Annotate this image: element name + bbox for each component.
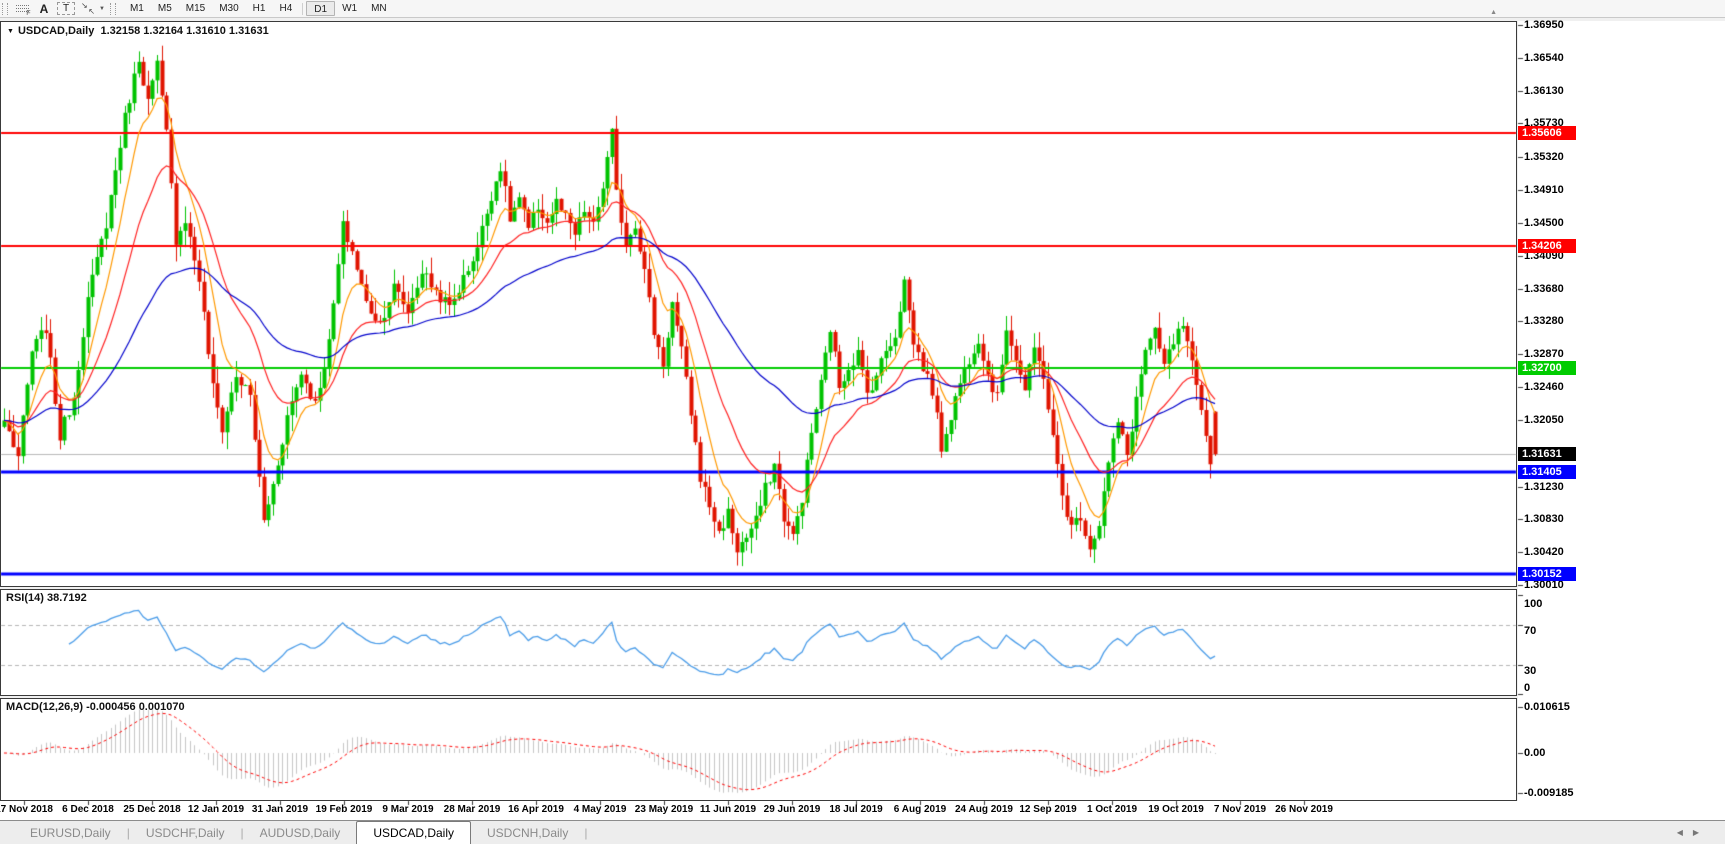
price-tick-label: 1.32460 (1524, 381, 1564, 393)
timeframe-m5-button[interactable]: M5 (151, 1, 179, 16)
date-label: 19 Oct 2019 (1148, 804, 1204, 815)
price-tick-label: 1.35320 (1524, 151, 1564, 163)
price-tick-label: 1.34910 (1524, 184, 1564, 196)
price-flag-1.30152: 1.30152 (1518, 567, 1576, 581)
timeframe-h1-button[interactable]: H1 (246, 1, 273, 16)
tab-scroll-arrows: ◀▶ (1677, 828, 1709, 837)
tab-usdcnh[interactable]: USDCNH,Daily (471, 823, 584, 844)
annotation-letter-icon[interactable]: A (35, 1, 53, 16)
price-flag-1.31405: 1.31405 (1518, 465, 1576, 479)
rsi-indicator-label: RSI(14) 38.7192 (6, 592, 87, 604)
rsi-tick-label: 100 (1524, 598, 1542, 610)
date-label: 23 May 2019 (635, 804, 693, 815)
price-tick-label: 1.36540 (1524, 52, 1564, 64)
date-label: 12 Jan 2019 (188, 804, 244, 815)
date-label: 11 Jun 2019 (700, 804, 756, 815)
timeframe-m15-button[interactable]: M15 (179, 1, 212, 16)
price-tick-label: 1.34500 (1524, 217, 1564, 229)
toolbar-grip[interactable] (110, 3, 116, 15)
top-toolbar: F A T ↘↖ ▼ M1M5M15M30H1H4 D1W1MN ▲ (0, 0, 1725, 18)
timeframe-mn-button[interactable]: MN (364, 1, 394, 16)
tab-audusd[interactable]: AUDUSD,Daily (244, 823, 357, 844)
date-label: 29 Jun 2019 (764, 804, 821, 815)
arrows-tool-icon[interactable]: ↘↖ (79, 1, 97, 16)
rsi-tick-label: 0 (1524, 682, 1530, 694)
timeframe-buttons: M1M5M15M30H1H4 D1W1MN (123, 1, 394, 16)
date-label: 9 Mar 2019 (382, 804, 433, 815)
macd-panel[interactable] (0, 698, 1517, 801)
date-label: 1 Oct 2019 (1087, 804, 1137, 815)
diagonal-arrows-icon: ↘↖ (81, 2, 95, 15)
tab-usdcad[interactable]: USDCAD,Daily (356, 821, 471, 844)
chart-title-symbol: USDCAD,Daily (18, 25, 94, 37)
price-flag-1.32700: 1.32700 (1518, 361, 1576, 375)
rsi-tick-label: 70 (1524, 625, 1536, 637)
macd-indicator-label: MACD(12,26,9) -0.000456 0.001070 (6, 701, 185, 713)
chart-title: ▼ USDCAD,Daily 1.32158 1.32164 1.31610 1.… (7, 25, 269, 37)
date-label: 18 Jul 2019 (829, 804, 882, 815)
list-lines-icon: F (16, 3, 29, 14)
toolbar-overflow-icon[interactable]: ▲ (1490, 9, 1497, 16)
main-chart-panel[interactable] (0, 21, 1517, 587)
timeframe-m1-button[interactable]: M1 (123, 1, 151, 16)
date-label: 6 Aug 2019 (894, 804, 946, 815)
caret-down-icon[interactable]: ▼ (99, 6, 105, 12)
price-tick-label: 1.32870 (1524, 348, 1564, 360)
date-label: 28 Mar 2019 (444, 804, 501, 815)
date-label: 19 Feb 2019 (316, 804, 373, 815)
price-flag-1.31631: 1.31631 (1518, 447, 1576, 461)
rsi-panel[interactable] (0, 589, 1517, 696)
chart-list-icon[interactable]: F (13, 1, 31, 16)
price-tick-label: 1.31230 (1524, 481, 1564, 493)
date-label: 12 Sep 2019 (1019, 804, 1076, 815)
price-tick-label: 1.32050 (1524, 414, 1564, 426)
chart-title-quotes: 1.32158 1.32164 1.31610 1.31631 (100, 25, 268, 37)
price-tick-label: 1.30830 (1524, 513, 1564, 525)
timeframe-d1-button[interactable]: D1 (306, 1, 335, 16)
tab-separator: | (584, 823, 587, 844)
tab-eurusd[interactable]: EURUSD,Daily (14, 823, 127, 844)
collapse-triangle-icon[interactable]: ▼ (7, 28, 14, 35)
toolbar-separator (302, 3, 303, 15)
macd-tick-label: 0.00 (1524, 747, 1545, 759)
macd-tick-label: -0.009185 (1524, 787, 1574, 799)
date-label: 6 Dec 2018 (62, 804, 114, 815)
date-label: 26 Nov 2019 (1275, 804, 1333, 815)
macd-name: MACD(12,26,9) (6, 701, 83, 713)
date-label: 7 Nov 2019 (1214, 804, 1266, 815)
tab-scroll-right-icon[interactable]: ▶ (1693, 828, 1709, 837)
text-label-icon[interactable]: T (57, 2, 75, 15)
timeframe-m30-button[interactable]: M30 (212, 1, 245, 16)
date-label: 24 Aug 2019 (955, 804, 1013, 815)
macd-tick-label: 0.010615 (1524, 701, 1570, 713)
symbol-tabbar: EURUSD,Daily|USDCHF,Daily|AUDUSD,DailyUS… (0, 820, 1725, 844)
mt4-window: F A T ↘↖ ▼ M1M5M15M30H1H4 D1W1MN ▲ ▼ USDCA… (0, 0, 1725, 844)
date-label: 4 May 2019 (574, 804, 627, 815)
date-label: 17 Nov 2018 (0, 804, 53, 815)
rsi-value: 38.7192 (47, 592, 87, 604)
price-tick-label: 1.36130 (1524, 85, 1564, 97)
price-tick-label: 1.36950 (1524, 19, 1564, 31)
timeframe-h4-button[interactable]: H4 (272, 1, 299, 16)
price-tick-label: 1.33280 (1524, 315, 1564, 327)
date-label: 16 Apr 2019 (508, 804, 564, 815)
macd-values: -0.000456 0.001070 (86, 701, 184, 713)
rsi-name: RSI(14) (6, 592, 44, 604)
price-flag-1.35606: 1.35606 (1518, 126, 1576, 140)
rsi-tick-label: 30 (1524, 665, 1536, 677)
toolbar-grip[interactable] (2, 3, 8, 15)
price-tick-label: 1.30010 (1524, 579, 1564, 591)
tabs-holder: EURUSD,Daily|USDCHF,Daily|AUDUSD,DailyUS… (14, 821, 587, 844)
date-label: 25 Dec 2018 (123, 804, 180, 815)
date-label: 31 Jan 2019 (252, 804, 308, 815)
price-tick-label: 1.33680 (1524, 283, 1564, 295)
tab-usdchf[interactable]: USDCHF,Daily (130, 823, 241, 844)
tab-scroll-left-icon[interactable]: ◀ (1677, 828, 1693, 837)
price-flag-1.34206: 1.34206 (1518, 239, 1576, 253)
price-tick-label: 1.30420 (1524, 546, 1564, 558)
timeframe-w1-button[interactable]: W1 (335, 1, 364, 16)
